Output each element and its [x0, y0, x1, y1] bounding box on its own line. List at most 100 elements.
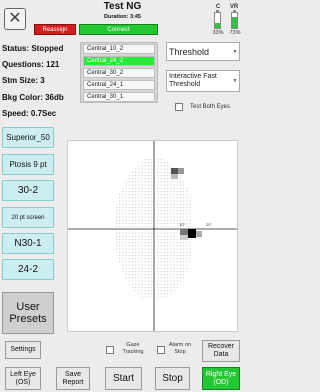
right-eye-button[interactable]: Right Eye (OD) [202, 367, 240, 390]
field-dot [180, 248, 181, 250]
field-dot [167, 290, 169, 292]
field-dot [148, 290, 149, 292]
connect-button[interactable]: Connect [79, 24, 158, 35]
field-dot [160, 210, 162, 212]
field-dot [138, 175, 140, 176]
field-dot [119, 255, 121, 256]
field-dot [157, 280, 159, 282]
field-dot [170, 258, 172, 260]
field-dot [189, 223, 191, 224]
settings-button[interactable]: Settings [5, 341, 41, 359]
field-dot [132, 184, 133, 186]
field-dot [135, 187, 137, 189]
field-dot [167, 162, 169, 164]
algorithm-dropdown-value: Interactive Fast Threshold [169, 73, 217, 88]
field-dot [119, 200, 121, 202]
field-dot [160, 258, 162, 260]
field-dot [164, 271, 165, 272]
field-dot [116, 207, 117, 208]
strategy-item[interactable]: Central_24_1 [83, 80, 155, 90]
field-dot [125, 203, 127, 205]
field-dot [132, 207, 133, 208]
field-dot [141, 245, 143, 247]
alarm-on-stop-checkbox[interactable] [157, 346, 165, 354]
field-dot [144, 267, 146, 269]
start-button[interactable]: Start [105, 367, 142, 390]
field-dot [128, 283, 130, 285]
field-dot [180, 194, 181, 196]
scale-label: 20° [206, 222, 212, 227]
field-dot [141, 165, 143, 167]
field-dot [125, 181, 127, 183]
strategy-item[interactable]: Central_10_2 [83, 44, 155, 54]
field-dot [157, 235, 159, 237]
field-dot [122, 210, 124, 212]
field-dot [144, 248, 146, 250]
field-dot [148, 207, 149, 208]
field-dot [160, 165, 162, 167]
strategy-list[interactable]: Central_10_2 Central_24_2 Central_30_2 C… [80, 42, 158, 103]
user-presets-button[interactable]: User Presets [2, 292, 54, 334]
gaze-tracking-checkbox[interactable] [106, 346, 114, 354]
preset-button[interactable]: N30-1 [2, 233, 54, 254]
field-dot [186, 200, 188, 202]
field-dot [148, 200, 149, 202]
field-dot [122, 271, 124, 272]
field-dot [180, 274, 181, 276]
field-defect-cell [178, 168, 184, 174]
field-dot [160, 197, 162, 199]
field-dot [128, 200, 130, 202]
field-dot [176, 194, 178, 196]
stop-button[interactable]: Stop [155, 367, 190, 390]
strategy-item[interactable]: Central_30_1 [83, 92, 155, 102]
test-both-eyes-checkbox[interactable] [175, 103, 183, 111]
field-dot [167, 165, 169, 167]
field-dot [116, 226, 117, 228]
field-dot [148, 261, 149, 263]
strategy-item[interactable]: Central_24_2 [83, 56, 155, 66]
field-dot [170, 264, 172, 266]
field-dot [132, 277, 133, 279]
field-dot [167, 178, 169, 180]
field-dot [138, 213, 140, 215]
algorithm-dropdown[interactable]: Interactive Fast Threshold ▼ [166, 70, 240, 92]
field-dot [125, 191, 127, 192]
field-dot [144, 274, 146, 276]
field-dot [170, 267, 172, 269]
preset-button[interactable]: 30-2 [2, 180, 54, 201]
field-dot [164, 258, 165, 260]
field-dot [164, 226, 165, 228]
threshold-dropdown[interactable]: Threshold ▼ [166, 42, 240, 61]
field-dot [164, 197, 165, 199]
field-dot [167, 184, 169, 186]
field-dot [132, 264, 133, 266]
field-dot [170, 165, 172, 167]
preset-button[interactable]: Superior_50 [2, 127, 54, 148]
field-dot [186, 207, 188, 208]
field-dot [148, 277, 149, 279]
field-dot [135, 280, 137, 282]
field-dot [176, 197, 178, 199]
field-dot [157, 290, 159, 292]
field-dot [164, 181, 165, 183]
reassign-button[interactable]: Reassign [34, 24, 76, 35]
field-dot [176, 191, 178, 192]
field-dot [157, 203, 159, 205]
field-dot [125, 251, 127, 253]
field-dot [160, 184, 162, 186]
preset-button[interactable]: 24-2 [2, 259, 54, 280]
field-dot [148, 165, 149, 167]
field-dot [132, 178, 133, 180]
left-eye-button[interactable]: Left Eye (OS) [5, 367, 41, 390]
strategy-item[interactable]: Central_30_2 [83, 68, 155, 78]
preset-button[interactable]: 20 pt screen [2, 207, 54, 228]
preset-button[interactable]: Ptosis 9 pt [2, 154, 54, 175]
field-dot [180, 197, 181, 199]
field-dot [128, 271, 130, 272]
save-report-button[interactable]: Save Report [56, 367, 90, 390]
recover-data-button[interactable]: Recover Data [202, 340, 240, 362]
field-dot [148, 171, 149, 173]
field-dot [151, 191, 153, 192]
field-dot [164, 223, 165, 224]
field-dot [135, 267, 137, 269]
